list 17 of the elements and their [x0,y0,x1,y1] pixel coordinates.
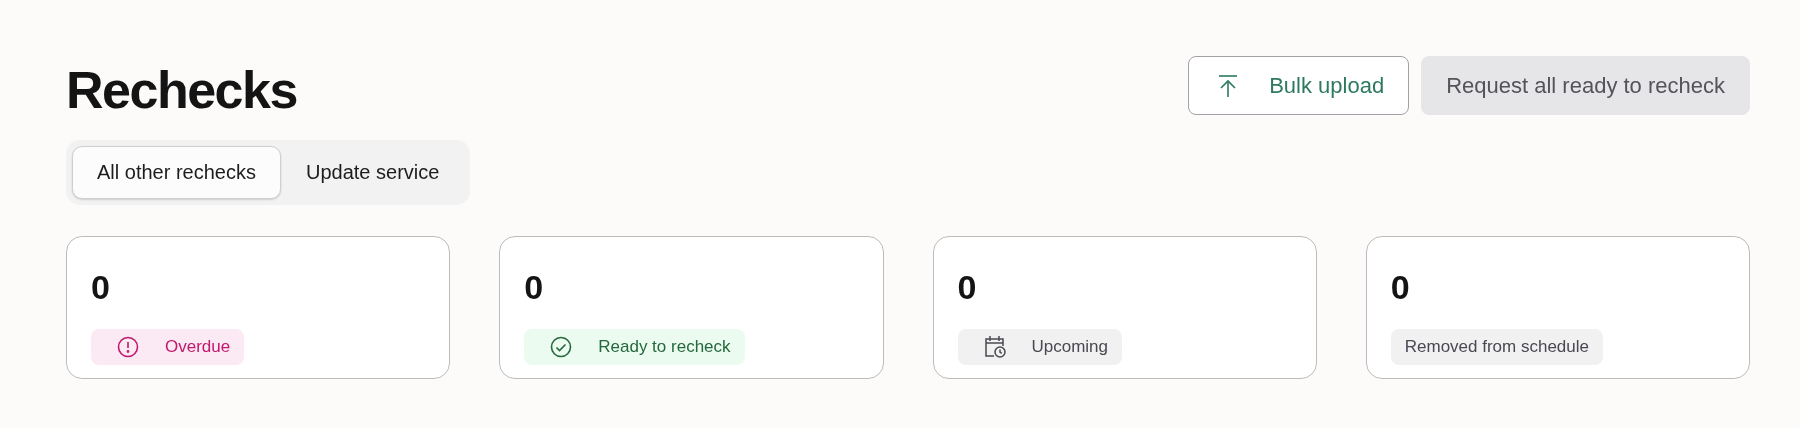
status-badge: Ready to recheck [524,329,745,365]
calendar-clock-icon [983,335,1006,359]
page-title: Rechecks [66,60,297,121]
bulk-upload-button[interactable]: Bulk upload [1188,56,1410,115]
request-button[interactable]: Request all ready to recheck [1421,56,1750,115]
status-badge: Upcoming [957,329,1123,365]
status-badge: Removed from schedule [1390,329,1603,365]
stat-count: 0 [957,267,978,307]
check-circle-icon [550,336,573,358]
stat-count: 0 [91,267,111,307]
stat-count: 0 [1390,267,1411,307]
tab[interactable]: Update service [280,146,465,199]
alert-icon [117,336,139,358]
status-badge: Overdue [91,329,245,365]
upload-icon [1217,73,1240,98]
tab[interactable]: All other rechecks [72,146,281,199]
stat-count: 0 [524,267,545,307]
